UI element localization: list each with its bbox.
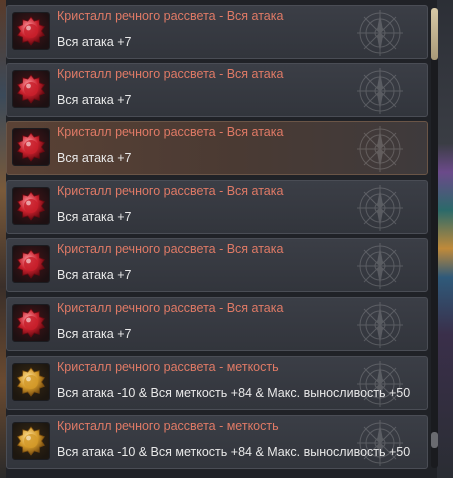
list-item[interactable]: Кристалл речного рассвета - Вся атака Вс… — [6, 238, 428, 292]
gold-crystal-icon — [13, 364, 49, 400]
scrollbar[interactable] — [431, 8, 438, 468]
red-crystal-icon — [13, 129, 49, 165]
item-description: Вся атака +7 — [57, 93, 132, 107]
list-item[interactable]: Кристалл речного рассвета - Вся атака Вс… — [6, 63, 428, 117]
item-name: Кристалл речного рассвета - Вся атака — [57, 67, 284, 81]
crystal-list: Кристалл речного рассвета - Вся атака Вс… — [6, 5, 429, 475]
scroll-end-marker — [431, 432, 438, 448]
red-crystal-icon — [13, 246, 49, 282]
item-description: Вся атака +7 — [57, 151, 132, 165]
item-description: Вся атака -10 & Вся меткость +84 & Макс.… — [57, 445, 411, 459]
item-slot — [12, 12, 50, 50]
list-item-selected[interactable]: Кристалл речного рассвета - Вся атака Вс… — [6, 121, 428, 175]
item-slot — [12, 128, 50, 166]
compass-emblem-icon — [355, 124, 405, 174]
compass-emblem-icon — [355, 418, 405, 468]
item-description: Вся атака +7 — [57, 210, 132, 224]
list-item[interactable]: Кристалл речного рассвета - Вся атака Вс… — [6, 5, 428, 59]
item-description: Вся атака +7 — [57, 327, 132, 341]
compass-emblem-icon — [355, 8, 405, 58]
list-item[interactable]: Кристалл речного рассвета - Вся атака Вс… — [6, 297, 428, 351]
item-slot — [12, 187, 50, 225]
compass-emblem-icon — [355, 241, 405, 291]
compass-emblem-icon — [355, 359, 405, 409]
item-slot — [12, 245, 50, 283]
item-name: Кристалл речного рассвета - меткость — [57, 419, 279, 433]
item-slot — [12, 422, 50, 460]
item-name: Кристалл речного рассвета - Вся атака — [57, 184, 284, 198]
gold-crystal-icon — [13, 423, 49, 459]
red-crystal-icon — [13, 305, 49, 341]
compass-emblem-icon — [355, 183, 405, 233]
scroll-thumb[interactable] — [431, 8, 438, 60]
red-crystal-icon — [13, 188, 49, 224]
item-name: Кристалл речного рассвета - Вся атака — [57, 9, 284, 23]
list-item[interactable]: Кристалл речного рассвета - меткость Вся… — [6, 415, 428, 469]
item-name: Кристалл речного рассвета - Вся атака — [57, 301, 284, 315]
list-item[interactable]: Кристалл речного рассвета - Вся атака Вс… — [6, 180, 428, 234]
item-name: Кристалл речного рассвета - меткость — [57, 360, 279, 374]
item-name: Кристалл речного рассвета - Вся атака — [57, 242, 284, 256]
red-crystal-icon — [13, 71, 49, 107]
item-slot — [12, 70, 50, 108]
compass-emblem-icon — [355, 66, 405, 116]
item-description: Вся атака -10 & Вся меткость +84 & Макс.… — [57, 386, 411, 400]
compass-emblem-icon — [355, 300, 405, 350]
item-description: Вся атака +7 — [57, 268, 132, 282]
item-slot — [12, 363, 50, 401]
red-crystal-icon — [13, 13, 49, 49]
item-description: Вся атака +7 — [57, 35, 132, 49]
list-item[interactable]: Кристалл речного рассвета - меткость Вся… — [6, 356, 428, 410]
crystal-list-window: Кристалл речного рассвета - Вся атака Вс… — [0, 0, 453, 478]
item-slot — [12, 304, 50, 342]
item-name: Кристалл речного рассвета - Вся атака — [57, 125, 284, 139]
background-right — [437, 0, 453, 478]
